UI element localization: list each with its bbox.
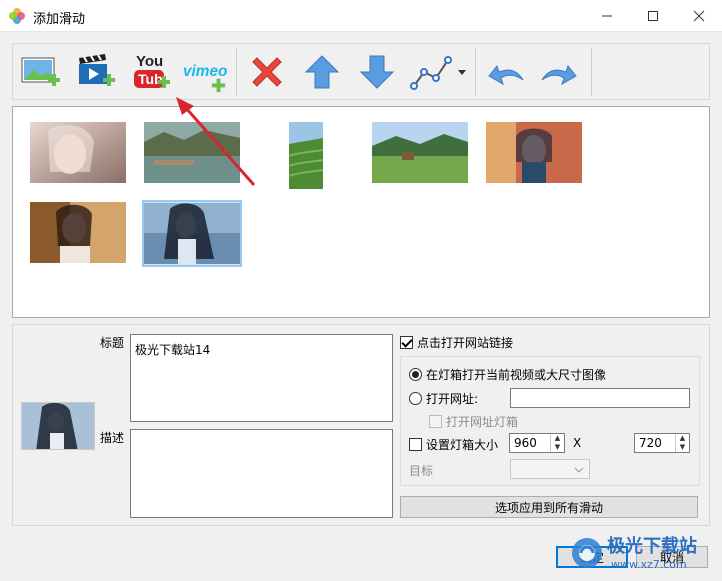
slide-thumbnail[interactable] — [144, 122, 240, 183]
app-logo-icon — [8, 7, 26, 25]
open-url-input[interactable] — [510, 388, 690, 408]
line-chart-icon — [410, 56, 466, 90]
target-label: 目标 — [409, 464, 434, 478]
x-separator-label: X — [573, 436, 582, 450]
open-link-option[interactable]: 点击打开网站链接 — [400, 334, 513, 351]
description-input[interactable] — [130, 429, 393, 518]
title-label: 标题 — [100, 336, 125, 350]
slide-thumbnail[interactable] — [288, 122, 324, 189]
toolbar-separator — [475, 48, 476, 96]
delete-button[interactable] — [243, 50, 291, 94]
redo-button[interactable] — [536, 50, 584, 94]
slide-preview-image — [21, 402, 95, 450]
apply-to-all-button[interactable]: 选项应用到所有滑动 — [400, 496, 698, 518]
chevron-down-icon — [458, 70, 466, 75]
add-video-button[interactable] — [73, 50, 121, 94]
svg-text:Tub: Tub — [138, 71, 163, 87]
lightbox-radio[interactable] — [409, 368, 422, 381]
svg-text:vimeo: vimeo — [183, 63, 227, 80]
open-url-lightbox-label: 打开网址灯箱 — [446, 415, 519, 429]
target-select — [510, 459, 590, 479]
title-bar: 添加滑动 — [0, 0, 722, 32]
slide-thumbnail[interactable] — [372, 122, 468, 183]
add-video-icon — [79, 54, 115, 86]
watermark-brand: 极光下载站 — [607, 536, 697, 557]
width-spinner[interactable]: 960 ▲ ▼ — [509, 433, 565, 453]
move-down-button[interactable] — [353, 50, 401, 94]
chevron-down-icon — [574, 467, 584, 473]
toolbar: You Tub vimeo — [12, 43, 710, 100]
window-title: 添加滑动 — [33, 12, 86, 27]
delete-x-icon — [252, 57, 282, 87]
maximize-button[interactable] — [630, 0, 676, 32]
title-input[interactable]: 极光下载站14 — [130, 334, 393, 422]
slide-thumbnail[interactable] — [30, 122, 126, 183]
add-youtube-button[interactable]: You Tub — [128, 50, 176, 94]
arrow-up-icon — [304, 55, 340, 89]
height-value: 720 — [639, 436, 662, 450]
lightbox-radio-option[interactable]: 在灯箱打开当前视频或大尺寸图像 — [409, 366, 606, 383]
set-size-checkbox[interactable] — [409, 438, 422, 451]
open-url-lightbox-checkbox — [429, 415, 442, 428]
open-url-radio-option[interactable]: 打开网址: — [409, 390, 478, 407]
set-size-option[interactable]: 设置灯箱大小 — [409, 436, 498, 453]
minimize-button[interactable] — [584, 0, 630, 32]
vimeo-icon: vimeo — [183, 63, 227, 93]
toolbar-separator — [591, 48, 592, 96]
add-vimeo-button[interactable]: vimeo — [183, 50, 231, 94]
slide-thumbnail-selected[interactable] — [142, 200, 242, 267]
watermark-url: www.xz7.com — [611, 558, 687, 571]
undo-button[interactable] — [481, 50, 529, 94]
set-size-label: 设置灯箱大小 — [426, 438, 499, 452]
slide-gallery[interactable] — [12, 106, 710, 318]
youtube-you-text: You — [136, 53, 163, 70]
description-label: 描述 — [100, 431, 125, 445]
open-url-label: 打开网址: — [426, 392, 479, 406]
slide-thumbnail[interactable] — [30, 202, 126, 263]
youtube-icon: You Tub — [134, 53, 170, 88]
spinner-arrows-icon[interactable]: ▲ ▼ — [550, 434, 564, 452]
width-value: 960 — [514, 436, 537, 450]
toolbar-separator — [236, 48, 237, 96]
move-up-button[interactable] — [298, 50, 346, 94]
site-watermark: 极光下载站 www.xz7.com — [567, 530, 717, 576]
height-spinner[interactable]: 720 ▲ ▼ — [634, 433, 690, 453]
add-image-icon — [21, 57, 60, 86]
open-link-checkbox[interactable] — [400, 336, 413, 349]
arrow-down-icon — [359, 55, 395, 89]
open-link-label: 点击打开网站链接 — [417, 336, 514, 350]
open-url-lightbox-option: 打开网址灯箱 — [429, 413, 518, 430]
undo-icon — [488, 64, 524, 86]
lightbox-radio-label: 在灯箱打开当前视频或大尺寸图像 — [426, 368, 607, 382]
close-button[interactable] — [676, 0, 722, 32]
transition-dropdown-button[interactable] — [408, 50, 470, 94]
add-image-button[interactable] — [18, 50, 66, 94]
slide-thumbnail[interactable] — [486, 122, 582, 183]
redo-icon — [541, 64, 577, 86]
open-url-radio[interactable] — [409, 392, 422, 405]
spinner-arrows-icon[interactable]: ▲ ▼ — [675, 434, 689, 452]
